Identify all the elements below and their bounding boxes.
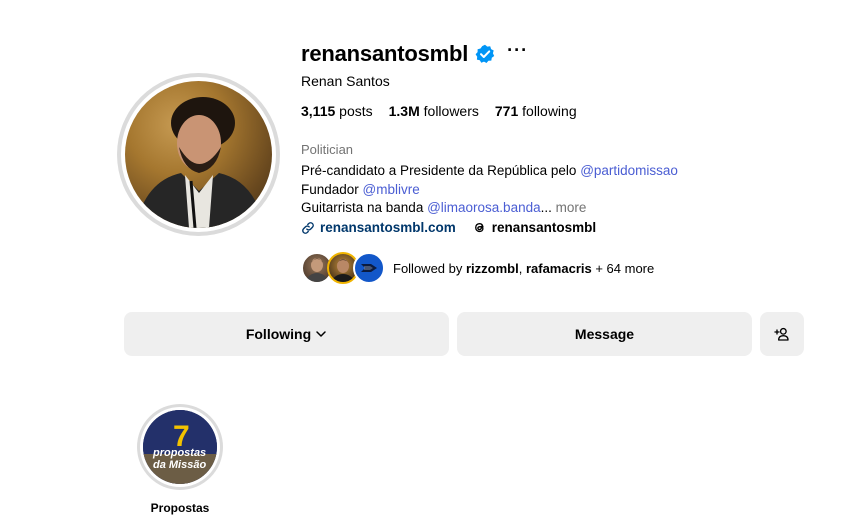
posts-stat[interactable]: 3,115 posts <box>301 103 373 119</box>
profile-bio: Pré-candidato a Presidente da República … <box>301 162 678 218</box>
followed-by-prefix: Followed by <box>393 260 466 276</box>
profile-username: renansantosmbl <box>301 41 469 66</box>
bio-line-1: Pré-candidato a Presidente da República … <box>301 162 678 181</box>
story-highlight[interactable]: 7 propostas da Missão Propostas <box>137 404 223 515</box>
followed-by-user-2: rafamacris <box>525 260 592 276</box>
following-count: 771 <box>494 103 519 119</box>
highlight-cover-graphic: 7 propostas da Missão <box>143 410 217 484</box>
highlight-cover-text-1: propostas <box>152 447 206 459</box>
profile-full-name: Renan Santos <box>301 73 390 89</box>
threads-link[interactable]: renansantosmbl <box>472 220 596 235</box>
username-row: renansantosmbl ··· <box>301 40 528 68</box>
website-link[interactable]: renansantosmbl.com <box>301 220 456 235</box>
mention-partidomissao[interactable]: @partidomissao <box>580 163 678 178</box>
message-button-label: Message <box>574 326 635 342</box>
profile-category: Politician <box>301 142 354 157</box>
mention-limaorosa[interactable]: @limaorosa.banda <box>427 200 541 215</box>
posts-count: 3,115 <box>301 103 336 119</box>
followed-by-user-1: rizzombl <box>465 260 519 276</box>
followers-label: followers <box>423 103 479 119</box>
bio-line-2-text: Fundador <box>301 181 363 197</box>
profile-avatar-gap <box>121 77 276 232</box>
threads-icon <box>474 222 484 233</box>
bio-ellipsis: ... <box>540 200 556 215</box>
profile-stats: 3,115 posts 1.3M followers 771 following <box>301 103 593 119</box>
followed-by-suffix: + 64 more <box>591 260 655 276</box>
mention-mblivre[interactable]: @mblivre <box>363 182 420 197</box>
threads-link-label: renansantosmbl <box>491 220 597 235</box>
message-button[interactable]: Message <box>457 312 752 356</box>
followed-by-separator: , <box>518 260 526 276</box>
suggested-users-button[interactable] <box>760 312 804 356</box>
chevron-down-icon <box>316 331 326 337</box>
profile-avatar-ring[interactable] <box>117 73 280 236</box>
followers-count: 1.3M <box>388 103 420 119</box>
bio-line-1-text: Pré-candidato a Presidente da República … <box>301 163 581 178</box>
followed-by-row[interactable]: Followed by rizzombl, rafamacris + 64 mo… <box>301 252 654 284</box>
profile-links: renansantosmbl.com renansantosmbl <box>301 220 596 235</box>
followed-by-text: Followed by rizzombl, rafamacris + 64 mo… <box>393 261 654 276</box>
mbl-logo-icon <box>361 264 377 272</box>
bio-more-link[interactable]: more <box>556 200 587 215</box>
highlight-label: Propostas <box>150 501 210 515</box>
profile-avatar-illustration <box>135 97 265 228</box>
website-link-label: renansantosmbl.com <box>320 220 456 235</box>
following-stat[interactable]: 771 following <box>495 103 577 119</box>
following-button-label: Following <box>245 326 312 342</box>
bio-line-3-text: Guitarrista na banda <box>301 200 428 215</box>
posts-label: posts <box>339 103 373 119</box>
followers-stat[interactable]: 1.3M followers <box>389 103 479 119</box>
highlight-cover-text-2: da Missão <box>153 459 206 471</box>
highlight-ring: 7 propostas da Missão <box>137 404 223 490</box>
follower-avatar <box>353 252 385 284</box>
verified-badge-icon <box>475 44 495 63</box>
add-user-icon <box>774 327 789 341</box>
following-label: following <box>522 103 577 119</box>
link-icon <box>302 221 314 234</box>
highlight-cover: 7 propostas da Missão <box>143 410 217 484</box>
followed-by-avatars <box>301 252 385 284</box>
highlight-gap: 7 propostas da Missão <box>140 407 220 487</box>
bio-line-2: Fundador @mblivre <box>301 181 678 200</box>
profile-avatar <box>125 81 272 228</box>
more-options-icon[interactable]: ··· <box>507 41 528 59</box>
following-button[interactable]: Following <box>124 312 449 356</box>
bio-line-3: Guitarrista na banda @limaorosa.banda...… <box>301 199 678 218</box>
